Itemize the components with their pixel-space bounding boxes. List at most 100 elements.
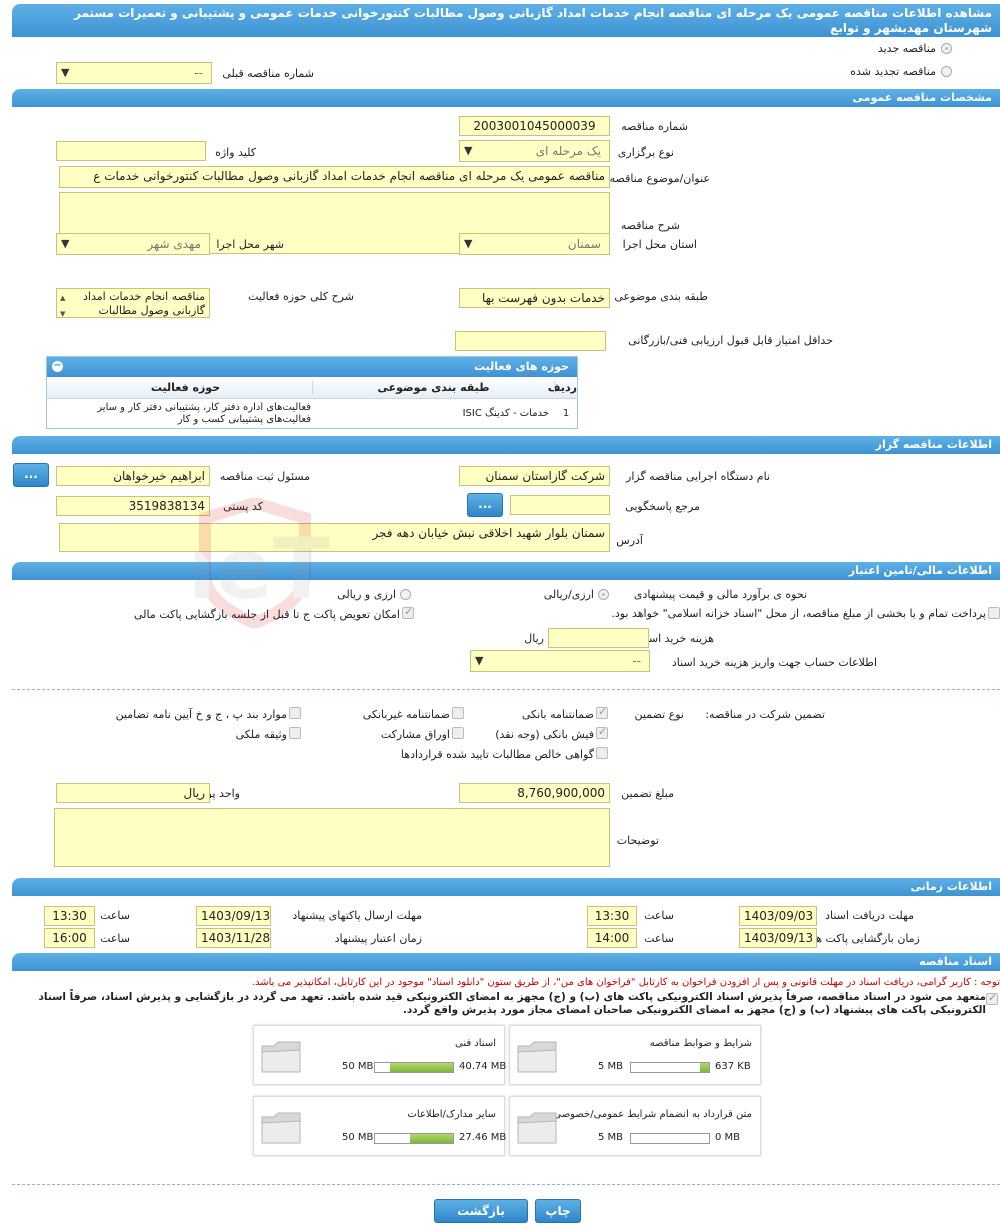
address-textarea[interactable]: سمنان بلوار شهید اخلاقی نبش خیابان دهه ف…	[59, 523, 610, 552]
province-select[interactable]: سمنان ▼	[459, 233, 610, 255]
currency-field[interactable]: ریال	[56, 783, 210, 803]
folder-icon	[517, 1112, 557, 1144]
non-bank-guarantee-checkbox[interactable]	[452, 707, 464, 719]
account-label: اطلاعات حساب جهت واریز هزینه خرید اسناد	[671, 656, 877, 669]
page-title: مشاهده اطلاعات مناقصه عمومی یک مرحله ای …	[73, 6, 992, 35]
reference-field[interactable]	[510, 495, 610, 515]
registrar-field[interactable]: ابراهیم خیرخواهان	[56, 466, 210, 486]
renewed-tender-radio[interactable]	[941, 66, 952, 77]
activity-grid-title-bar: حوزه های فعالیت −	[47, 357, 577, 377]
treasury-checkbox[interactable]	[988, 607, 1000, 619]
file-title: اسناد فنی	[455, 1038, 496, 1049]
property-bond-checkbox[interactable]	[289, 727, 301, 739]
bylaw-items-checkbox[interactable]	[289, 707, 301, 719]
estimate-label: نحوه ی برآورد مالی و قیمت پیشنهادی	[633, 588, 807, 601]
validity-label: زمان اعتبار پیشنهاد	[334, 932, 422, 945]
opening-time[interactable]: 14:00	[587, 928, 637, 948]
receive-time-label: ساعت	[644, 909, 674, 922]
row-activity: فعالیت‌های اداره دفتر کار، پشتیبانی دفتر…	[97, 402, 311, 425]
min-score-label: حداقل امتیاز قابل قبول ارزیابی فنی/بازرگ…	[628, 334, 833, 347]
file-progress-fill	[410, 1134, 453, 1143]
bank-guarantee-checkbox[interactable]	[596, 705, 608, 719]
select-reference-button[interactable]: ...	[467, 493, 503, 517]
scroll-up-icon[interactable]: ▲	[60, 291, 65, 305]
prev-number-select[interactable]: -- ▼	[56, 62, 212, 84]
min-score-field[interactable]	[455, 331, 606, 351]
province-label: استان محل اجرا	[622, 238, 697, 251]
file-title: شرایط و ضوابط مناقصه	[649, 1038, 752, 1049]
chevron-down-icon: ▼	[475, 654, 484, 667]
subject-field[interactable]: مناقصه عمومی یک مرحله ای مناقصه انجام خد…	[59, 166, 610, 188]
agency-field[interactable]: شرکت گازاستان سمنان	[459, 466, 610, 486]
file-card-technical[interactable]: اسناد فنی 50 MB 40.74 MB	[253, 1025, 506, 1085]
activity-desc-label: شرح کلی حوزه فعالیت	[248, 290, 354, 303]
keyword-field[interactable]	[56, 141, 206, 161]
holding-type-select[interactable]: یک مرحله ای ▼	[459, 140, 610, 162]
keyword-label: کلید واژه	[215, 146, 256, 159]
doc-cost-field[interactable]	[548, 628, 649, 648]
chevron-down-icon: ▼	[464, 144, 473, 157]
reference-label: مرجع پاسخگویی	[625, 500, 700, 513]
divider	[12, 689, 1000, 690]
select-registrar-button[interactable]: ...	[13, 463, 49, 487]
participation-bonds-checkbox[interactable]	[452, 727, 464, 739]
commitment-text: متعهد می شود در اسناد مناقصه، صرفاً پذیر…	[38, 991, 986, 1016]
opening-date[interactable]: 1403/09/13	[739, 928, 817, 948]
file-card-contract[interactable]: متن قرارداد به انضمام شرایط عمومی/خصوصی …	[509, 1096, 761, 1156]
account-select[interactable]: -- ▼	[470, 650, 650, 672]
file-progress-fill	[389, 1063, 453, 1072]
documents-note: توجه : کاربر گرامی، دریافت اسناد در مهلت…	[251, 977, 1000, 988]
file-card-other[interactable]: سایر مدارک/اطلاعات 50 MB 27.46 MB	[253, 1096, 506, 1156]
folder-icon	[517, 1041, 557, 1073]
city-select[interactable]: مهدی شهر ▼	[56, 233, 210, 255]
file-max-size: 5 MB	[598, 1132, 624, 1143]
divider	[12, 1184, 1000, 1185]
currency-rial-radio[interactable]	[598, 589, 609, 600]
description-label: شرح مناقصه	[620, 219, 680, 232]
doc-cost-unit: ریال	[524, 632, 544, 645]
guarantee-type-label: نوع تضمین	[634, 708, 684, 721]
property-bond-label: وثیقه ملکی	[235, 728, 287, 741]
receive-deadline-date[interactable]: 1403/09/03	[739, 906, 817, 926]
activity-desc-textarea[interactable]: مناقصه انجام خدمات امداد گازبانی وصول مط…	[56, 288, 210, 318]
currency-rial-label: ارزی/ریالی	[543, 588, 594, 601]
net-claims-checkbox[interactable]	[596, 747, 608, 759]
back-button[interactable]: بازگشت	[434, 1199, 528, 1223]
registrar-label: مسئول ثبت مناقصه	[219, 470, 310, 483]
print-button[interactable]: چاپ	[535, 1199, 581, 1223]
col-activity: حوزه فعالیت	[150, 381, 221, 394]
finance-section-bar: اطلاعات مالی/تامین اعتبار	[12, 562, 1000, 580]
send-deadline-time[interactable]: 13:30	[44, 906, 95, 926]
holding-type-label: نوع برگزاری	[617, 146, 674, 159]
col-index: ردیف	[547, 381, 577, 394]
guarantee-amount-field[interactable]: 8,760,900,000	[459, 783, 610, 803]
table-row[interactable]: 1 خدمات - کدینگ ISIC فعالیت‌های اداره دف…	[47, 399, 577, 429]
file-used-size: 0 MB	[715, 1132, 741, 1143]
send-deadline-date[interactable]: 1403/09/13	[196, 906, 271, 926]
row-index: 1	[562, 408, 570, 419]
city-label: شهر محل اجرا	[216, 238, 284, 251]
receive-deadline-label: مهلت دریافت اسناد	[825, 909, 914, 922]
file-card-terms[interactable]: شرایط و ضوابط مناقصه 5 MB 637 KB	[509, 1025, 761, 1085]
new-tender-label: مناقصه جدید	[877, 42, 936, 55]
participation-bonds-label: اوراق مشارکت	[380, 728, 450, 741]
scroll-down-icon[interactable]: ▼	[60, 307, 65, 317]
postal-field[interactable]: 3519838134	[56, 496, 210, 516]
activity-grid-header: ردیف طبقه بندی موضوعی حوزه فعالیت	[47, 377, 577, 399]
tender-number-field[interactable]: 2003001045000039	[459, 116, 610, 136]
collapse-icon[interactable]: −	[52, 361, 63, 372]
folder-icon	[261, 1112, 301, 1144]
notes-textarea[interactable]	[54, 808, 610, 867]
envelope-swap-checkbox[interactable]	[402, 605, 414, 619]
bank-receipt-checkbox[interactable]	[596, 725, 608, 739]
file-progress-bar	[374, 1133, 454, 1144]
receive-deadline-time[interactable]: 13:30	[587, 906, 637, 926]
new-tender-radio[interactable]	[941, 43, 952, 54]
validity-date[interactable]: 1403/11/28	[196, 928, 271, 948]
currency-and-rial-radio[interactable]	[400, 589, 411, 600]
validity-time[interactable]: 16:00	[44, 928, 95, 948]
treasury-label: پرداخت تمام و یا بخشی از مبلغ مناقصه، از…	[611, 607, 986, 620]
category-field[interactable]: خدمات بدون فهرست بها	[459, 288, 610, 308]
non-bank-guarantee-label: ضمانتنامه غیربانکی	[362, 708, 450, 721]
bylaw-items-label: موارد بند پ ، ج و خ آیین نامه تضامین	[115, 708, 287, 721]
